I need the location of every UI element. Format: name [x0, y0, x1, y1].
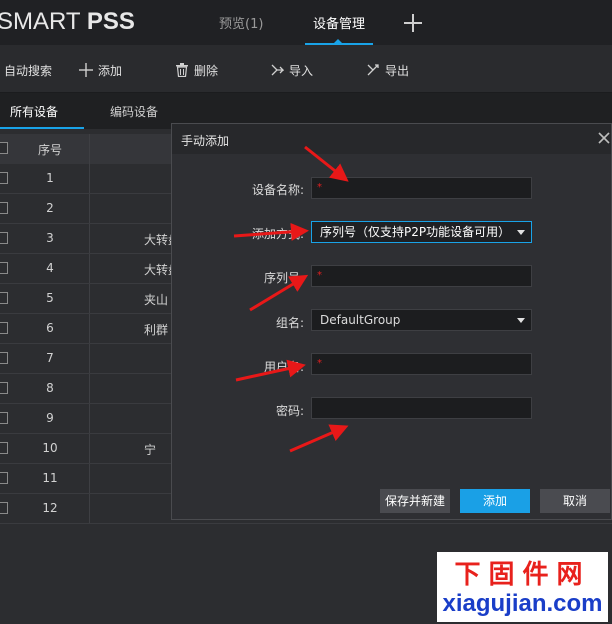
export-icon [367, 64, 379, 76]
row-checkbox[interactable] [0, 322, 8, 334]
column-divider [89, 164, 90, 193]
group-select[interactable]: DefaultGroup [311, 309, 532, 331]
row-number: 4 [46, 261, 54, 275]
row-checkbox[interactable] [0, 442, 8, 454]
delete-label: 删除 [194, 63, 219, 78]
group-value: DefaultGroup [320, 313, 401, 327]
row-device-name: 夹山 [144, 293, 169, 307]
close-icon[interactable] [596, 130, 612, 146]
brand-bold: PSS [86, 8, 135, 35]
trash-icon [176, 63, 188, 77]
row-number: 2 [46, 201, 54, 215]
column-divider [89, 374, 90, 403]
tab-encoding-devices[interactable]: 编码设备 [110, 103, 158, 120]
import-button[interactable]: 导入 [270, 61, 313, 79]
row-number: 12 [42, 501, 58, 515]
watermark-line2: xiagujian.com [442, 590, 603, 617]
dialog-title: 手动添加 [181, 134, 230, 148]
column-divider [89, 314, 90, 343]
add-method-value: 序列号（仅支持P2P功能设备可用） [320, 225, 511, 239]
username-field[interactable]: * [311, 353, 532, 375]
column-divider [89, 344, 90, 373]
password-field[interactable] [311, 397, 532, 419]
row-device-name: 大转盘 [144, 233, 174, 247]
export-label: 导出 [385, 63, 410, 78]
column-divider [89, 284, 90, 313]
delete-button[interactable]: 删除 [175, 61, 218, 79]
row-checkbox[interactable] [0, 172, 8, 184]
column-divider [89, 434, 90, 463]
add-button[interactable]: 添加 [79, 61, 122, 79]
row-checkbox[interactable] [0, 352, 8, 364]
add-method-label: 添加方式: [251, 227, 304, 241]
app-logo: SMART PSS [0, 8, 135, 36]
add-label: 添加 [98, 63, 123, 78]
required-mark: * [317, 270, 322, 281]
dialog-header: 手动添加 [172, 124, 611, 154]
column-divider [89, 224, 90, 253]
password-label: 密码: [275, 404, 304, 418]
manual-add-dialog: 手动添加 设备名称: * 添加方式: 序列号（仅支持P2P功能设备可用） 序列号… [171, 123, 612, 520]
row-number: 5 [46, 291, 54, 305]
tab-preview[interactable]: 预览(1) [219, 13, 263, 32]
row-number: 1 [46, 171, 54, 185]
plus-icon [79, 63, 93, 77]
row-device-name: 宁 [144, 443, 157, 457]
column-divider [89, 404, 90, 433]
row-device-name: 利群 [144, 323, 169, 337]
column-divider [89, 134, 90, 164]
row-checkbox[interactable] [0, 232, 8, 244]
save-and-new-button[interactable]: 保存并新建 [380, 489, 450, 513]
column-divider [89, 464, 90, 493]
row-number: 11 [42, 471, 58, 485]
group-label: 组名: [275, 316, 304, 330]
title-bar: SMART PSS 预览(1) 设备管理 [0, 0, 612, 45]
chevron-down-icon [517, 318, 525, 323]
row-number: 10 [42, 441, 58, 455]
row-checkbox[interactable] [0, 202, 8, 214]
username-label: 用户名: [263, 360, 304, 374]
serial-number-label: 序列号: [263, 271, 304, 285]
device-name-field[interactable]: * [311, 177, 532, 199]
add-tab-icon[interactable] [402, 12, 424, 34]
row-number: 6 [46, 321, 54, 335]
site-watermark: 下固件网 xiagujian.com [437, 552, 608, 622]
auto-search-label: 自动搜索 [4, 63, 53, 78]
row-checkbox[interactable] [0, 412, 8, 424]
device-name-label: 设备名称: [251, 183, 304, 197]
required-mark: * [317, 182, 322, 193]
brand-light: SMART [0, 8, 87, 35]
row-checkbox[interactable] [0, 472, 8, 484]
watermark-line1: 下固件网 [454, 560, 591, 590]
row-number: 7 [46, 351, 54, 365]
import-label: 导入 [289, 63, 314, 78]
required-mark: * [317, 358, 322, 369]
add-confirm-button[interactable]: 添加 [460, 489, 530, 513]
tab-all-devices[interactable]: 所有设备 [10, 103, 58, 120]
column-divider [89, 494, 90, 523]
column-header-no[interactable]: 序号 [20, 141, 80, 158]
select-all-checkbox[interactable] [0, 142, 8, 154]
column-divider [89, 194, 90, 223]
import-icon [271, 64, 284, 76]
row-number: 3 [46, 231, 54, 245]
row-checkbox[interactable] [0, 292, 8, 304]
chevron-down-icon [517, 230, 525, 235]
row-number: 9 [46, 411, 54, 425]
auto-search-button[interactable]: 自动搜索 [4, 61, 52, 79]
toolbar: 自动搜索 添加 删除 导入 导出 [0, 45, 612, 93]
row-checkbox[interactable] [0, 382, 8, 394]
row-number: 8 [46, 381, 54, 395]
row-device-name: 大转盘 [144, 263, 174, 277]
tab-device-management[interactable]: 设备管理 [313, 13, 365, 32]
column-divider [89, 254, 90, 283]
row-checkbox[interactable] [0, 262, 8, 274]
export-button[interactable]: 导出 [366, 61, 409, 79]
serial-number-field[interactable]: * [311, 265, 532, 287]
row-checkbox[interactable] [0, 502, 8, 514]
active-tab-caret [333, 39, 343, 44]
cancel-button[interactable]: 取消 [540, 489, 610, 513]
add-method-select[interactable]: 序列号（仅支持P2P功能设备可用） [311, 221, 532, 243]
